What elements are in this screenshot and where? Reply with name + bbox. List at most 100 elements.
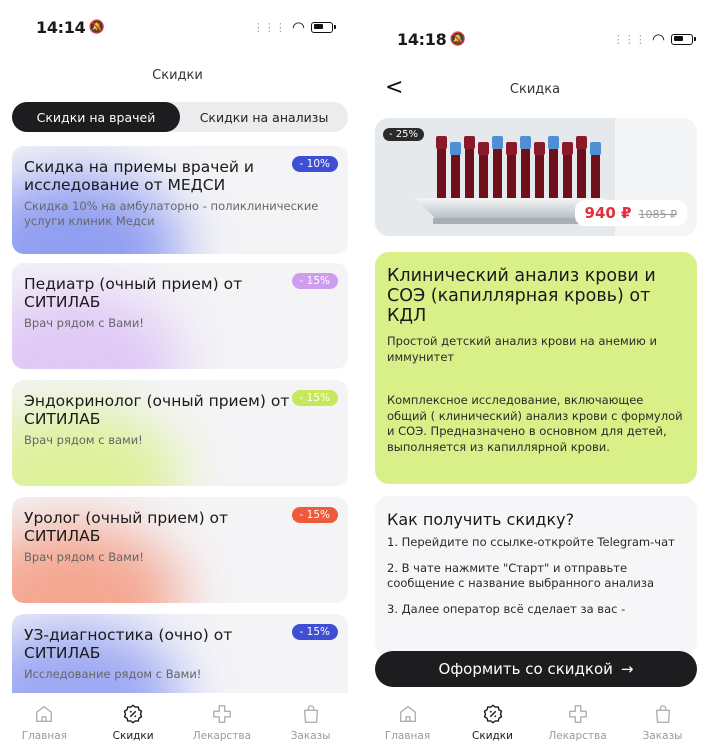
blood-tube	[577, 146, 586, 206]
card-description: Врач рядом с Вами!	[24, 550, 144, 564]
tube-cap	[478, 142, 489, 155]
medicine-cross-icon	[568, 705, 587, 723]
card-title: Эндокринолог (очный прием) от СИТИЛАБ	[24, 392, 290, 428]
original-price: 1085 ₽	[638, 208, 678, 221]
product-subtitle: Простой детский анализ крови на анемию и…	[387, 334, 657, 364]
home-icon	[36, 705, 53, 723]
tube-cap	[492, 136, 503, 149]
nav-label: Скидки	[112, 730, 154, 742]
nav-medicines[interactable]: Лекарства	[543, 703, 613, 742]
tube-cap	[520, 136, 531, 149]
silent-bell-icon: 🔕	[88, 19, 105, 35]
status-time: 14:14	[36, 17, 86, 37]
tube-cap	[548, 136, 559, 149]
silent-bell-icon: 🔕	[449, 31, 466, 47]
bag-icon	[655, 705, 670, 723]
discount-card[interactable]: - 15% Эндокринолог (очный прием) от СИТИ…	[12, 380, 348, 486]
arrow-right-icon: →	[620, 660, 634, 678]
product-description: Комплексное исследование, включающее общ…	[387, 393, 683, 454]
tube-cap	[562, 142, 573, 155]
status-bar: 14:14 🔕 ⋮⋮⋮ ◠	[0, 12, 355, 42]
bag-icon	[303, 705, 318, 723]
nav-orders[interactable]: Заказы	[628, 703, 698, 742]
tube-cap	[464, 136, 475, 149]
product-title: Клинический анализ крови и СОЭ (капилляр…	[387, 266, 656, 326]
nav-label: Главная	[21, 730, 68, 742]
blood-tube	[521, 146, 530, 206]
status-time: 14:18	[397, 29, 447, 49]
tube-cap	[590, 142, 601, 155]
nav-home[interactable]: Главная	[9, 703, 79, 742]
discount-badge: - 15%	[291, 507, 338, 523]
page-title: Скидки	[152, 68, 203, 83]
nav-home[interactable]: Главная	[373, 703, 443, 742]
medicine-cross-icon	[212, 705, 231, 723]
card-description: Врач рядом с Вами!	[24, 316, 144, 330]
discount-badge: - 15%	[291, 273, 338, 289]
home-icon	[399, 705, 416, 723]
how-to-card: Как получить скидку? 1. Перейдите по ссы…	[375, 496, 697, 656]
nav-medicines[interactable]: Лекарства	[187, 703, 257, 742]
tab-analysis-discounts[interactable]: Скидки на анализы	[180, 102, 348, 132]
tube-cap	[436, 136, 447, 149]
tab-doctor-discounts[interactable]: Скидки на врачей	[12, 102, 180, 132]
blood-tube	[549, 146, 558, 206]
discount-card[interactable]: - 15% Педиатр (очный прием) от СИТИЛАБ В…	[12, 263, 348, 369]
blood-tube	[437, 146, 446, 206]
card-title: Скидка на приемы врачей и исследование о…	[24, 158, 255, 194]
discount-card[interactable]: - 15% УЗ-диагностика (очно) от СИТИЛАБ И…	[12, 614, 348, 704]
how-to-title: Как получить скидку?	[387, 510, 575, 529]
tube-cap	[450, 142, 461, 155]
product-image: - 25% 940 ₽ 1085 ₽	[375, 118, 697, 236]
blood-tube	[493, 146, 502, 206]
tube-cap	[506, 142, 517, 155]
how-to-step: 3. Далее оператор всё сделает за вас -	[387, 601, 626, 616]
discount-price: 940 ₽	[584, 204, 632, 222]
wifi-icon: ◠	[651, 30, 665, 48]
tube-cap	[534, 142, 545, 155]
discount-detail-screen: 14:18 🔕 ⋮⋮⋮ ◠ < Скидка - 25% 940 ₽ 1085 …	[365, 0, 705, 751]
discount-card[interactable]: - 15% Уролог (очный прием) от СИТИЛАБ Вр…	[12, 497, 348, 603]
nav-label: Скидки	[472, 730, 513, 742]
cta-label: Оформить со скидкой	[438, 660, 613, 678]
bottom-nav: Главная Скидки Лекарства Заказы	[0, 693, 355, 751]
discount-badge: - 15%	[291, 390, 338, 406]
nav-discounts[interactable]: Скидки	[458, 703, 528, 742]
battery-icon	[671, 33, 696, 45]
tube-cap	[576, 136, 587, 149]
nav-label: Главная	[384, 730, 431, 742]
signal-icon: ⋮⋮⋮	[612, 32, 646, 46]
nav-discounts[interactable]: Скидки	[98, 703, 168, 742]
nav-label: Заказы	[642, 730, 683, 742]
how-to-step: 1. Перейдите по ссылке-откройте Telegram…	[387, 535, 675, 549]
discount-icon	[483, 704, 502, 724]
nav-orders[interactable]: Заказы	[276, 703, 346, 742]
discount-badge: - 25%	[383, 128, 425, 141]
blood-tube	[465, 146, 474, 206]
card-title: Уролог (очный прием) от СИТИЛАБ	[24, 509, 229, 545]
battery-icon	[311, 21, 336, 33]
card-description: Врач рядом с вами!	[24, 433, 143, 447]
page-title: Скидка	[509, 82, 561, 97]
discount-card[interactable]: - 10% Скидка на приемы врачей и исследов…	[12, 146, 348, 254]
apply-discount-button[interactable]: Оформить со скидкой →	[375, 651, 697, 687]
discounts-list-screen: 14:14 🔕 ⋮⋮⋮ ◠ Скидки Скидки на врачей Ск…	[0, 0, 355, 751]
how-to-step: 2. В чате нажмите "Старт" и отправьте со…	[387, 560, 655, 591]
nav-label: Заказы	[290, 730, 331, 742]
nav-label: Лекарства	[192, 730, 252, 742]
status-bar: 14:18 🔕 ⋮⋮⋮ ◠	[365, 24, 705, 54]
nav-label: Лекарства	[548, 730, 607, 742]
signal-icon: ⋮⋮⋮	[252, 20, 286, 34]
card-description: Скидка 10% на амбулаторно - поликлиничес…	[24, 199, 319, 228]
status-system-icons: ⋮⋮⋮ ◠	[612, 30, 696, 48]
discount-tabs: Скидки на врачей Скидки на анализы	[12, 102, 348, 132]
bottom-nav: Главная Скидки Лекарства Заказы	[365, 693, 705, 751]
card-title: Педиатр (очный прием) от СИТИЛАБ	[24, 275, 243, 311]
price-tag: 940 ₽ 1085 ₽	[574, 200, 687, 226]
wifi-icon: ◠	[291, 18, 305, 36]
product-info-card: Клинический анализ крови и СОЭ (капилляр…	[375, 252, 697, 484]
discount-badge: - 15%	[291, 624, 338, 640]
discount-icon	[123, 704, 143, 724]
card-title: УЗ-диагностика (очно) от СИТИЛАБ	[24, 626, 233, 662]
discount-badge: - 10%	[291, 156, 338, 172]
